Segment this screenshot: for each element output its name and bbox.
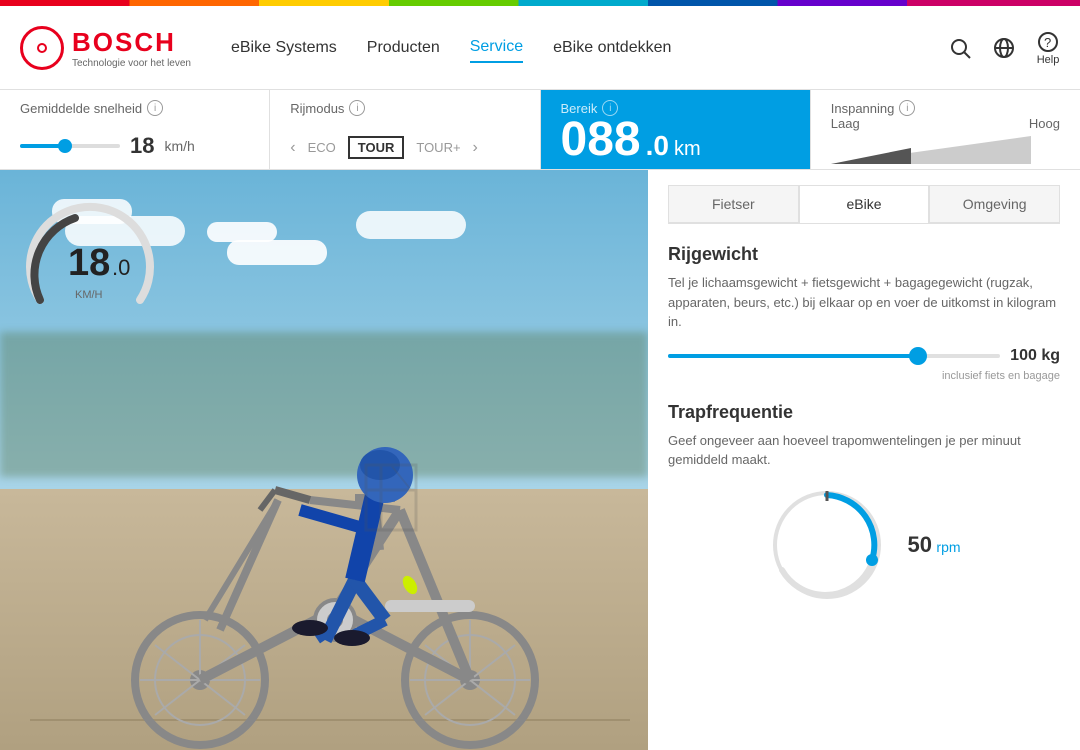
knob-area: 50 rpm [668, 485, 1060, 605]
search-icon[interactable] [948, 36, 972, 60]
svg-text:?: ? [1044, 35, 1051, 50]
inspanning-labels: Laag Hoog [831, 116, 1060, 131]
watermark-svg [356, 460, 436, 540]
bosch-logo-circle [20, 26, 64, 70]
help-label: Help [1037, 54, 1060, 66]
svg-text:18: 18 [68, 242, 110, 284]
bosch-logo-inner [37, 43, 47, 53]
inspanning-triangle [831, 136, 1060, 164]
inspanning-section: Inspanning i Laag Hoog [811, 90, 1080, 169]
inspanning-track-wrapper[interactable] [831, 136, 1060, 164]
bosch-tagline: Technologie voor het leven [72, 58, 191, 69]
trapfrequentie-knob[interactable] [767, 485, 887, 605]
nav-service[interactable]: Service [470, 33, 523, 63]
mode-tour[interactable]: TOUR [348, 136, 405, 159]
inspanning-label: Inspanning i [831, 100, 1060, 116]
svg-text:.0: .0 [112, 255, 130, 280]
trapfrequentie-desc: Geef ongeveer aan hoeveel trapomwentelin… [668, 431, 1060, 470]
bike-area: 18 .0 KM/H [0, 170, 648, 750]
nav-ebike-systems[interactable]: eBike Systems [231, 34, 337, 62]
mode-section: Rijmodus i ‹ ECO TOUR TOUR+ › [270, 90, 540, 169]
nav-menu: eBike Systems Producten Service eBike on… [231, 33, 948, 63]
watermark [356, 460, 436, 545]
main-content: 18 .0 KM/H [0, 170, 1080, 750]
help-icon[interactable]: ? Help [1036, 30, 1060, 66]
bereik-decimal: .0 [646, 132, 669, 160]
bereik-section: Bereik i 088 .0 km [541, 90, 811, 169]
trapfrequentie-section: Trapfrequentie Geef ongeveer aan hoeveel… [668, 402, 1060, 605]
cloud-4 [207, 222, 277, 242]
bereik-number: 088 [561, 116, 641, 164]
speed-display: 18 km/h [130, 133, 195, 159]
rijgewicht-section: Rijgewicht Tel je lichaamsgewicht + fiet… [668, 244, 1060, 382]
globe-icon[interactable] [992, 36, 1016, 60]
bereik-unit: km [674, 138, 701, 161]
bosch-name: BOSCH [72, 27, 191, 58]
nav-right: ? Help [948, 30, 1060, 66]
trapfrequentie-value: 50 [907, 532, 931, 557]
logo-area: BOSCH Technologie voor het leven [20, 26, 191, 70]
tab-omgeving[interactable]: Omgeving [929, 185, 1060, 223]
trapfrequentie-title: Trapfrequentie [668, 402, 1060, 423]
inspanning-info-icon[interactable]: i [899, 100, 915, 116]
cloud-5 [356, 211, 466, 239]
bosch-text: BOSCH Technologie voor het leven [72, 27, 191, 69]
rijgewicht-slider-row: 100 kg [668, 347, 1060, 365]
right-panel: Fietser eBike Omgeving Rijgewicht Tel je… [648, 170, 1080, 750]
rijgewicht-desc: Tel je lichaamsgewicht + fietsgewicht + … [668, 273, 1060, 332]
rijgewicht-title: Rijgewicht [668, 244, 1060, 265]
mode-label: Rijmodus i [290, 100, 519, 116]
mode-next-arrow[interactable]: › [473, 139, 478, 157]
rijgewicht-slider[interactable] [668, 354, 1000, 358]
tabs-row: Fietser eBike Omgeving [668, 185, 1060, 224]
cloud-3 [227, 240, 327, 265]
speed-slider[interactable] [20, 144, 120, 148]
nav-producten[interactable]: Producten [367, 34, 440, 62]
inspanning-slider-area: Laag Hoog [831, 116, 1060, 164]
header: BOSCH Technologie voor het leven eBike S… [0, 6, 1080, 90]
rijgewicht-slider-thumb [909, 347, 927, 365]
rijgewicht-sublabel: inclusief fiets en bagage [668, 370, 1060, 382]
mode-selector: ‹ ECO TOUR TOUR+ › [290, 136, 519, 159]
rijgewicht-slider-fill [668, 354, 917, 358]
mode-prev-arrow[interactable]: ‹ [290, 139, 295, 157]
mode-tour-plus[interactable]: TOUR+ [412, 138, 464, 157]
trapfrequentie-unit: rpm [936, 539, 960, 555]
tab-fietser[interactable]: Fietser [668, 185, 799, 223]
speed-slider-row: 18 km/h [20, 133, 249, 159]
mode-info-icon[interactable]: i [349, 100, 365, 116]
speed-label: Gemiddelde snelheid i [20, 100, 249, 116]
bike-rider-svg [30, 300, 630, 750]
bosch-logo: BOSCH Technologie voor het leven [20, 26, 191, 70]
controls-bar: Gemiddelde snelheid i 18 km/h Rijmodus i… [0, 90, 1080, 170]
speed-slider-fill [20, 144, 60, 148]
rijgewicht-value: 100 kg [1010, 347, 1060, 365]
bike-illustration [30, 315, 648, 750]
nav-ebike-ontdekken[interactable]: eBike ontdekken [553, 34, 671, 62]
speed-section: Gemiddelde snelheid i 18 km/h [0, 90, 270, 169]
bereik-km: 088 .0 km [561, 116, 701, 164]
speed-slider-thumb [58, 139, 72, 153]
trapfrequentie-value-display: 50 rpm [907, 532, 960, 558]
bereik-value-row: 088 .0 km [561, 116, 790, 164]
mode-eco[interactable]: ECO [304, 138, 340, 157]
tab-ebike[interactable]: eBike [799, 185, 930, 223]
speed-info-icon[interactable]: i [147, 100, 163, 116]
